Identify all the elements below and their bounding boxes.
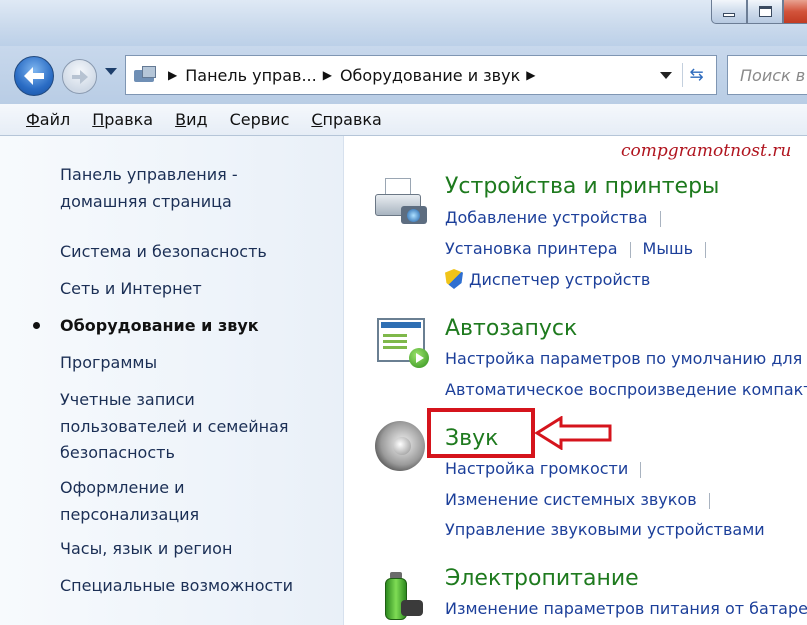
divider [659, 210, 661, 227]
task-volume-link[interactable]: Настройка громкости [445, 459, 628, 478]
window-titlebar [0, 0, 807, 46]
sidebar-item-appearance[interactable]: Оформление и персонализация [60, 475, 199, 528]
breadcrumb-hardware-sound[interactable]: Оборудование и звук [340, 66, 520, 85]
task-row-volume: Настройка громкости [445, 459, 653, 478]
category-power[interactable]: Электропитание [445, 566, 639, 591]
sidebar-item-hardware-sound: Оборудование и звук [60, 316, 259, 335]
red-highlight-box [427, 408, 535, 458]
sidebar-item-system-security[interactable]: Система и безопасность [60, 239, 267, 266]
minimize-button[interactable] [711, 0, 747, 24]
forward-arrow-icon [71, 69, 88, 84]
divider [705, 241, 707, 258]
task-row-printer: Установка принтера Мышь [445, 239, 718, 258]
close-button[interactable] [783, 0, 807, 24]
current-section-bullet-icon [33, 322, 40, 329]
breadcrumb-control-panel[interactable]: Панель управ... [185, 66, 316, 85]
task-add-printer-link[interactable]: Установка принтера [445, 239, 618, 258]
task-audio-devices-link[interactable]: Управление звуковыми устройствами [445, 520, 765, 539]
breadcrumb-separator-icon[interactable]: ▶ [526, 68, 535, 82]
minimize-icon [723, 12, 735, 17]
control-panel-icon [132, 64, 162, 86]
printer-icon[interactable] [373, 174, 431, 232]
menu-view[interactable]: Вид [175, 110, 207, 129]
task-autoplay-defaults-link[interactable]: Настройка параметров по умолчанию для но… [445, 349, 807, 368]
uac-shield-icon [445, 269, 463, 289]
menu-edit[interactable]: Правка [92, 110, 153, 129]
back-button[interactable] [14, 56, 54, 96]
speaker-icon[interactable] [373, 417, 431, 475]
task-autoplay-cd-link[interactable]: Автоматическое воспроизведение компакт-д… [445, 380, 807, 399]
menu-help[interactable]: Справка [311, 110, 382, 129]
task-row-device-manager: Диспетчер устройств [445, 269, 650, 289]
menu-bar: Файл Правка Вид Сервис Справка [0, 104, 807, 136]
sidebar-item-programs[interactable]: Программы [60, 350, 157, 377]
maximize-button[interactable] [747, 0, 783, 24]
divider [629, 241, 631, 258]
task-mouse-link[interactable]: Мышь [643, 239, 694, 258]
autoplay-icon[interactable] [373, 316, 431, 374]
search-input[interactable]: Поиск в [727, 55, 807, 95]
window-controls [711, 0, 807, 24]
refresh-icon[interactable]: ⇆ [682, 63, 710, 87]
task-system-sounds-link[interactable]: Изменение системных звуков [445, 490, 697, 509]
maximize-icon [758, 6, 772, 17]
divider [640, 461, 642, 478]
task-add-device: Добавление устройства [445, 208, 673, 227]
task-add-device-link[interactable]: Добавление устройства [445, 208, 648, 227]
battery-icon[interactable] [373, 566, 431, 624]
forward-button[interactable] [62, 59, 97, 94]
sidebar-item-clock-language[interactable]: Часы, язык и регион [60, 536, 232, 563]
red-arrow-icon [535, 416, 612, 450]
task-power-battery-link[interactable]: Изменение параметров питания от батареи [445, 599, 807, 618]
sidebar-item-accessibility[interactable]: Специальные возможности [60, 573, 293, 600]
task-device-manager-link[interactable]: Диспетчер устройств [469, 270, 650, 289]
navigation-bar: ▶ Панель управ... ▶ Оборудование и звук … [0, 46, 807, 104]
menu-tools[interactable]: Сервис [230, 110, 290, 129]
back-arrow-icon [24, 67, 44, 85]
breadcrumb-separator-icon[interactable]: ▶ [168, 68, 177, 82]
sidebar: Панель управления - домашняя страница Си… [0, 136, 344, 625]
recent-pages-dropdown-icon[interactable] [105, 68, 117, 75]
sidebar-item-network[interactable]: Сеть и Интернет [60, 276, 202, 303]
main-content: compgramotnost.ru Устройства и принтеры … [345, 136, 807, 625]
category-autoplay[interactable]: Автозапуск [445, 316, 577, 341]
divider [708, 492, 710, 509]
address-dropdown-icon[interactable] [660, 72, 672, 79]
sidebar-item-user-accounts[interactable]: Учетные записи пользователей и семейная … [60, 387, 288, 467]
sidebar-item-home[interactable]: Панель управления - домашняя страница [60, 162, 238, 215]
category-devices-printers[interactable]: Устройства и принтеры [445, 174, 719, 199]
watermark: compgramotnost.ru [621, 141, 792, 161]
menu-file[interactable]: Файл [26, 110, 70, 129]
breadcrumb-separator-icon[interactable]: ▶ [323, 68, 332, 82]
address-bar[interactable]: ▶ Панель управ... ▶ Оборудование и звук … [125, 55, 717, 95]
task-row-system-sounds: Изменение системных звуков [445, 490, 722, 509]
